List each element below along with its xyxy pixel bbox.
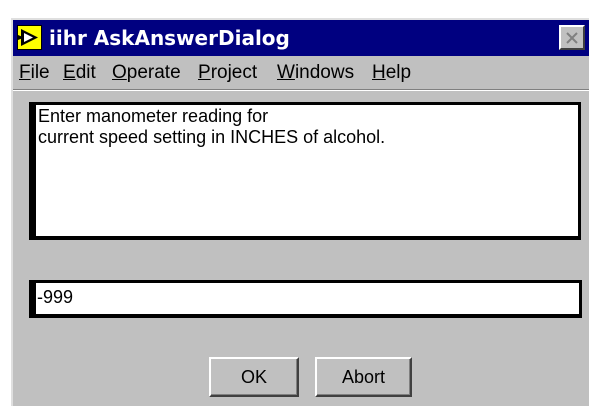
menu-edit-mnemonic: E	[63, 62, 76, 83]
menu-separator	[13, 89, 589, 91]
menu-project-mnemonic: P	[198, 62, 211, 83]
menu-bar: File Edit Operate Project Windows Help	[13, 57, 589, 89]
close-icon	[566, 32, 578, 44]
menu-windows[interactable]: Windows	[277, 61, 354, 85]
message-line-2: current speed setting in INCHES of alcoh…	[38, 127, 386, 147]
answer-input[interactable]: -999	[29, 280, 582, 318]
menu-windows-mnemonic: W	[277, 62, 295, 83]
abort-button[interactable]: Abort	[315, 357, 412, 397]
window-title: iihr AskAnswerDialog	[49, 26, 290, 50]
menu-file-mnemonic: F	[19, 62, 31, 83]
dialog-window: iihr AskAnswerDialog File Edit Operate P…	[11, 18, 589, 406]
menu-operate-mnemonic: O	[112, 62, 127, 83]
menu-help[interactable]: Help	[372, 61, 411, 85]
menu-operate-rest: perate	[126, 62, 181, 83]
message-line-1: Enter manometer reading for	[38, 106, 269, 126]
menu-edit-rest: dit	[75, 62, 96, 83]
menu-project[interactable]: Project	[198, 61, 257, 85]
menu-project-rest: roject	[210, 62, 258, 83]
menu-operate[interactable]: Operate	[112, 61, 181, 85]
labview-run-arrow-icon	[17, 25, 42, 50]
menu-edit[interactable]: Edit	[63, 61, 96, 85]
menu-windows-rest: indows	[294, 62, 355, 83]
message-display: Enter manometer reading for current spee…	[29, 102, 581, 240]
title-bar[interactable]: iihr AskAnswerDialog	[13, 20, 589, 56]
close-button[interactable]	[559, 25, 585, 50]
menu-file-rest: ile	[30, 62, 50, 83]
menu-help-rest: elp	[385, 62, 412, 83]
menu-help-mnemonic: H	[372, 62, 386, 83]
menu-file[interactable]: File	[19, 61, 50, 85]
ok-button[interactable]: OK	[209, 357, 299, 397]
